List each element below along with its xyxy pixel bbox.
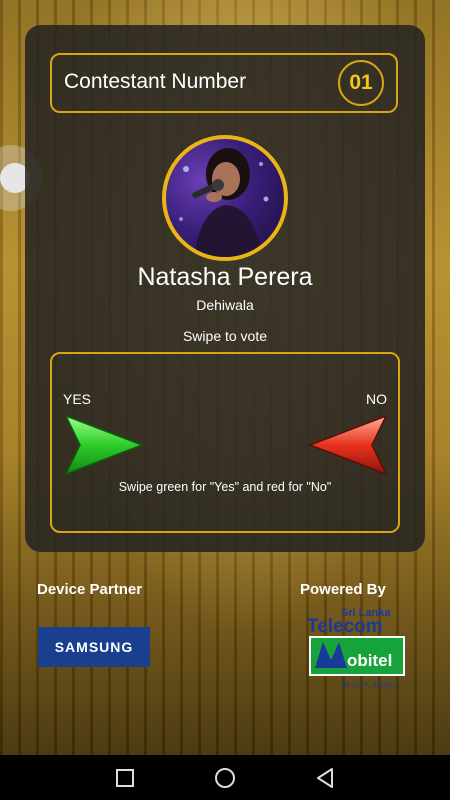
- svg-text:Telecom: Telecom: [307, 616, 383, 637]
- home-circle-icon[interactable]: [210, 763, 240, 793]
- contestant-number-label: Contestant Number: [64, 70, 247, 93]
- contestant-location: Dehiwala: [196, 297, 254, 313]
- contestant-avatar: [162, 135, 288, 261]
- android-nav-bar: [0, 755, 450, 800]
- svg-text:We Care. Always.: We Care. Always.: [341, 680, 397, 689]
- singer-photo: [179, 148, 269, 257]
- vote-instruction: Swipe green for "Yes" and red for "No": [118, 480, 332, 494]
- contestant-number-box: Contestant Number 01: [50, 53, 398, 113]
- yes-label: YES: [63, 391, 92, 407]
- contestant-number-badge: 01: [338, 60, 384, 106]
- swipe-to-vote-label: Swipe to vote: [182, 328, 268, 344]
- contestant-card: Contestant Number 01 Natasha Perera Dehi…: [25, 25, 425, 552]
- contestant-name: Natasha Perera: [137, 263, 313, 291]
- powered-by-title: Powered By: [300, 581, 386, 598]
- vote-panel: YES NO Swipe green for "Yes" and red for…: [50, 352, 400, 533]
- recents-square-icon[interactable]: [110, 763, 140, 793]
- yes-swipe-arrow-icon[interactable]: [64, 414, 144, 476]
- no-swipe-arrow-icon[interactable]: [308, 414, 388, 476]
- device-partner-title: Device Partner: [37, 581, 143, 598]
- sri-lanka-telecom-mobitel-logo: Sri Lanka Telecom obitel We Care. Always…: [307, 607, 405, 689]
- back-triangle-icon[interactable]: [310, 763, 340, 793]
- samsung-logo: SAMSUNG: [38, 627, 150, 667]
- no-label: NO: [366, 391, 387, 407]
- svg-text:obitel: obitel: [347, 651, 392, 670]
